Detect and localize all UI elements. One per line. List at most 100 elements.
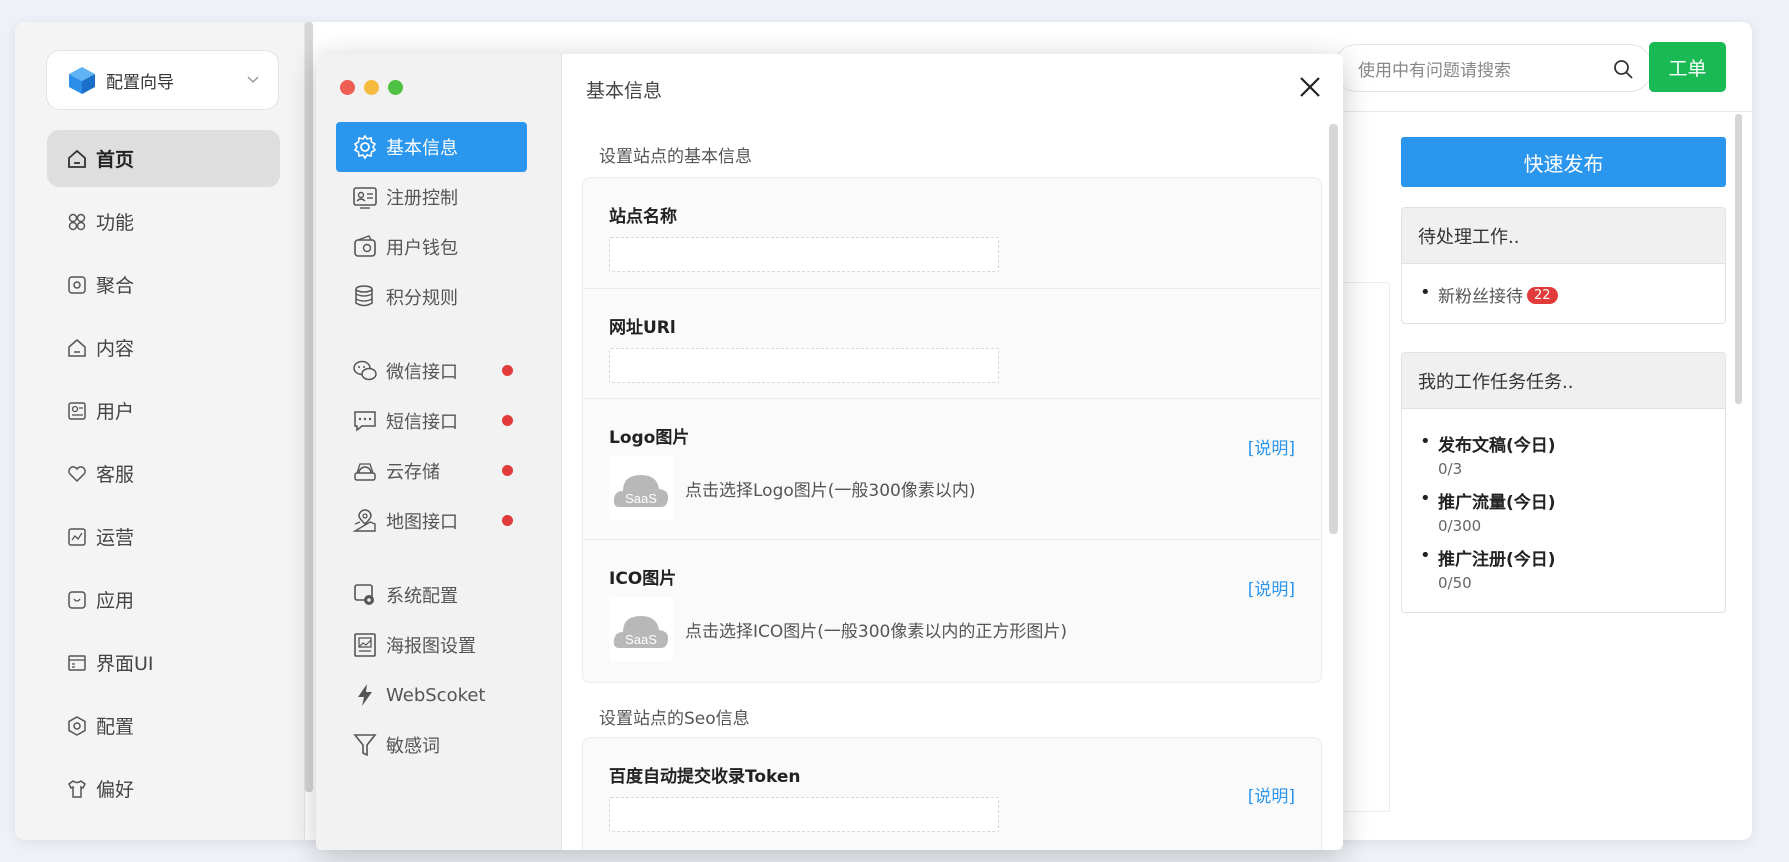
cube-icon [69,67,95,94]
nav-item-config[interactable]: 配置 [47,697,280,754]
chevron-down-icon [247,76,259,84]
window-controls [340,80,412,95]
close-window-dot[interactable] [340,80,355,95]
nav-item-ui[interactable]: 界面UI [47,634,280,691]
task-item[interactable]: 推广流量(今日) 0/300 [1418,488,1709,535]
ico-picker[interactable]: SaaS 点击选择ICO图片(一般300像素以内的正方形图片) [609,597,1295,661]
site-name-row: 站点名称 [583,178,1321,289]
nav-item-apps[interactable]: 应用 [47,571,280,628]
nav-item-features[interactable]: 功能 [47,193,280,250]
modal-title: 基本信息 [586,80,663,102]
gear-icon [353,134,377,160]
ico-row: ICO图片 SaaS 点击选择ICO图片(一般300像素以内的正方形图片) [说… [583,540,1321,682]
alert-dot [502,465,513,476]
grid-icon [68,213,86,230]
my-tasks-title: 我的工作任务任务.. [1402,353,1725,409]
menu-item-registration[interactable]: 注册控制 [336,172,527,222]
saas-label: SaaS [625,632,657,647]
message-icon [354,411,376,432]
logo-preview[interactable]: SaaS [609,456,673,520]
baidu-token-row: 百度自动提交收录Token [说明] [583,738,1321,850]
logo-explain-link[interactable]: [说明] [1248,434,1295,459]
id-card-icon [353,187,377,209]
system-config-icon [354,584,374,605]
nav-item-service[interactable]: 客服 [47,445,280,502]
search-icon[interactable] [1612,58,1634,80]
settings-sidebar: 基本信息 注册控制 用户钱包 积分规则 微信接口 短信接口 云存储 地图接口 系… [316,54,562,850]
site-url-label: 网址URl [609,318,676,338]
task-item[interactable]: 发布文稿(今日) 0/3 [1418,431,1709,478]
menu-item-map-api[interactable]: 地图接口 [336,496,527,546]
nav-item-content[interactable]: 内容 [47,319,280,376]
settings-content: 基本信息 设置站点的基本信息 站点名称 网址URl Logo图片 SaaS 点击… [562,54,1343,850]
my-tasks-card: 我的工作任务任务.. 发布文稿(今日) 0/3 推广流量(今日) 0/300 推… [1401,352,1726,613]
logo-picker[interactable]: SaaS 点击选择Logo图片(一般300像素以内) [609,456,1295,520]
maximize-window-dot[interactable] [388,80,403,95]
chart-icon [68,527,86,546]
nav-item-preferences[interactable]: 偏好 [47,760,280,817]
settings-modal: 基本信息 注册控制 用户钱包 积分规则 微信接口 短信接口 云存储 地图接口 系… [316,54,1343,850]
logo-label: Logo图片 [609,428,690,448]
menu-item-sms-api[interactable]: 短信接口 [336,396,527,446]
nav-item-aggregate[interactable]: 聚合 [47,256,280,313]
menu-item-poster-settings[interactable]: 海报图设置 [336,620,527,670]
app-icon [68,590,86,609]
config-wizard-dropdown[interactable]: 配置向导 [46,50,279,110]
menu-item-points-rules[interactable]: 积分规则 [336,272,527,322]
task-item[interactable]: 推广注册(今日) 0/50 [1418,545,1709,592]
menu-item-system-config[interactable]: 系统配置 [336,570,527,620]
ico-label: ICO图片 [609,569,677,589]
ico-hint: 点击选择ICO图片(一般300像素以内的正方形图片) [685,621,1067,642]
baidu-explain-link[interactable]: [说明] [1248,782,1295,807]
logo-hint: 点击选择Logo图片(一般300像素以内) [685,480,976,501]
saas-cloud-icon: SaaS [613,616,669,648]
seo-group: 百度自动提交收录Token [说明] [582,737,1322,850]
menu-item-sensitive-words[interactable]: 敏感词 [336,720,527,770]
pending-work-title: 待处理工作.. [1402,208,1725,264]
main-scrollbar[interactable] [1735,114,1742,404]
poster-icon [354,633,376,657]
left-sidebar: 配置向导 首页 功能 聚合 内容 用户 客服 运营 应用 界面UI 配置 偏好 [15,22,305,840]
layout-icon [68,654,86,671]
close-icon[interactable] [1297,74,1323,100]
sidebar-scrollbar[interactable] [305,22,313,792]
ticket-button[interactable]: 工单 [1649,42,1726,92]
saas-label: SaaS [625,491,657,506]
menu-item-basic-info[interactable]: 基本信息 [336,122,527,172]
settings-menu: 基本信息 注册控制 用户钱包 积分规则 微信接口 短信接口 云存储 地图接口 系… [336,122,527,770]
menu-item-wallet[interactable]: 用户钱包 [336,222,527,272]
lightning-icon [358,684,372,706]
shirt-icon [68,779,86,798]
section-seo-label: 设置站点的Seo信息 [599,709,750,729]
cloud-storage-icon [354,463,376,481]
site-name-label: 站点名称 [609,207,677,227]
aggregate-icon [68,275,86,294]
baidu-token-label: 百度自动提交收录Token [609,767,801,787]
filter-icon [353,734,377,757]
database-icon [355,285,373,307]
menu-item-cloud-storage[interactable]: 云存储 [336,446,527,496]
heart-icon [68,465,86,482]
home-icon [68,149,86,168]
pending-count-badge: 22 [1527,287,1558,304]
pending-item[interactable]: 新粉丝接待22 [1418,282,1709,307]
nav-item-operations[interactable]: 运营 [47,508,280,565]
baidu-token-input[interactable] [609,797,999,832]
quick-publish-button[interactable]: 快速发布 [1401,137,1726,187]
help-search-input[interactable]: 使用中有问题请搜索 [1333,44,1653,92]
menu-item-wechat-api[interactable]: 微信接口 [336,346,527,396]
nav-item-home[interactable]: 首页 [47,130,280,187]
ico-preview[interactable]: SaaS [609,597,673,661]
site-url-input[interactable] [609,348,999,383]
ico-explain-link[interactable]: [说明] [1248,575,1295,600]
site-url-row: 网址URl [583,289,1321,399]
content-scrollbar[interactable] [1329,124,1338,534]
minimize-window-dot[interactable] [364,80,379,95]
wallet-icon [354,235,376,257]
nav-item-users[interactable]: 用户 [47,382,280,439]
menu-item-websocket[interactable]: WebScoket [336,670,527,720]
pending-work-card: 待处理工作.. 新粉丝接待22 [1401,207,1726,324]
site-name-input[interactable] [609,237,999,272]
wizard-label: 配置向导 [106,72,174,93]
search-placeholder: 使用中有问题请搜索 [1358,60,1511,81]
